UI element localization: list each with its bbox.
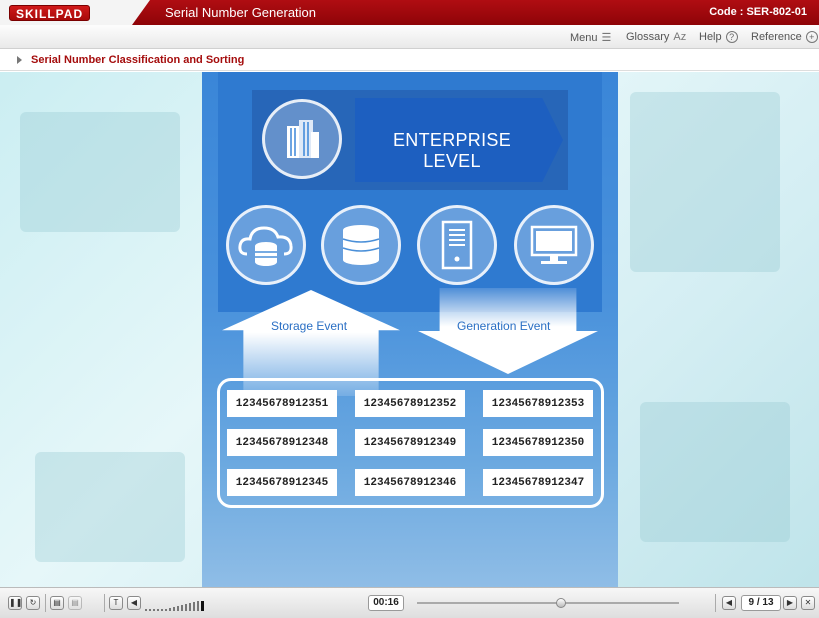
divider (715, 594, 716, 612)
progress-track[interactable] (417, 602, 679, 604)
monitor-icon (514, 205, 594, 285)
help-button[interactable]: Help ? (699, 31, 738, 43)
serial-number: 12345678912352 (355, 390, 465, 417)
breadcrumb-bar: Serial Number Classification and Sorting (0, 50, 819, 71)
serial-number: 12345678912348 (227, 429, 337, 456)
menu-lines-icon: ☰ (601, 32, 612, 44)
prev-page-button[interactable]: ◀ (722, 596, 736, 610)
menu-button[interactable]: Menu ☰ (570, 31, 612, 45)
building-icon (262, 99, 342, 179)
next-page-button[interactable]: ▶ (783, 596, 797, 610)
help-icon: ? (725, 31, 738, 43)
help-label: Help (699, 31, 722, 43)
volume-icon[interactable]: ◀ (127, 596, 141, 610)
replay-button[interactable]: ↻ (26, 596, 40, 610)
serial-number: 12345678912345 (227, 469, 337, 496)
triangle-right-icon (17, 56, 22, 64)
glossary-az-icon: Az (673, 31, 687, 43)
glossary-button[interactable]: Glossary Az (626, 31, 686, 43)
reference-button[interactable]: Reference + (751, 31, 818, 43)
cloud-database-icon (226, 205, 306, 285)
page-counter: 9 / 13 (741, 595, 781, 611)
title-bar: SKILLPAD Serial Number Generation Code :… (0, 0, 819, 25)
background-decoration (630, 92, 780, 272)
database-icon (321, 205, 401, 285)
glossary-label: Glossary (626, 31, 670, 43)
elapsed-time: 00:16 (368, 595, 404, 611)
course-code: Code : SER-802-01 (709, 6, 807, 18)
logo-area: SKILLPAD (0, 0, 150, 25)
serial-number: 12345678912349 (355, 429, 465, 456)
server-icon (417, 205, 497, 285)
volume-slider[interactable] (145, 601, 204, 611)
background-decoration (35, 452, 185, 562)
serial-number: 12345678912350 (483, 429, 593, 456)
app-title: Serial Number Generation (165, 5, 317, 20)
serial-number: 12345678912351 (227, 390, 337, 417)
serial-number: 12345678912347 (483, 469, 593, 496)
print-button[interactable]: ▤ (68, 596, 82, 610)
playback-bar: ❚❚ ↻ ▤ ▤ T ◀ 00:16 ◀ 9 / 13 ▶ ✕ (0, 587, 819, 618)
skillpad-logo: SKILLPAD (9, 5, 91, 21)
pause-button[interactable]: ❚❚ (8, 596, 22, 610)
reference-plus-icon: + (805, 31, 818, 43)
reference-label: Reference (751, 31, 802, 43)
serial-number: 12345678912353 (483, 390, 593, 417)
menu-bar: Menu ☰ Glossary Az Help ? Reference + (0, 25, 819, 49)
background-decoration (20, 112, 180, 232)
close-button[interactable]: ✕ (801, 596, 815, 610)
background-decoration (640, 402, 790, 542)
enterprise-label: ENTERPRISE LEVEL (392, 130, 512, 171)
generation-event-label: Generation Event (457, 319, 551, 333)
transcript-button[interactable]: T (109, 596, 123, 610)
storage-event-label: Storage Event (271, 319, 348, 333)
notes-button[interactable]: ▤ (50, 596, 64, 610)
divider (45, 594, 46, 612)
serial-number: 12345678912346 (355, 469, 465, 496)
progress-knob[interactable] (556, 598, 567, 608)
menu-label: Menu (570, 31, 598, 44)
breadcrumb: Serial Number Classification and Sorting (31, 54, 245, 66)
divider (104, 594, 105, 612)
